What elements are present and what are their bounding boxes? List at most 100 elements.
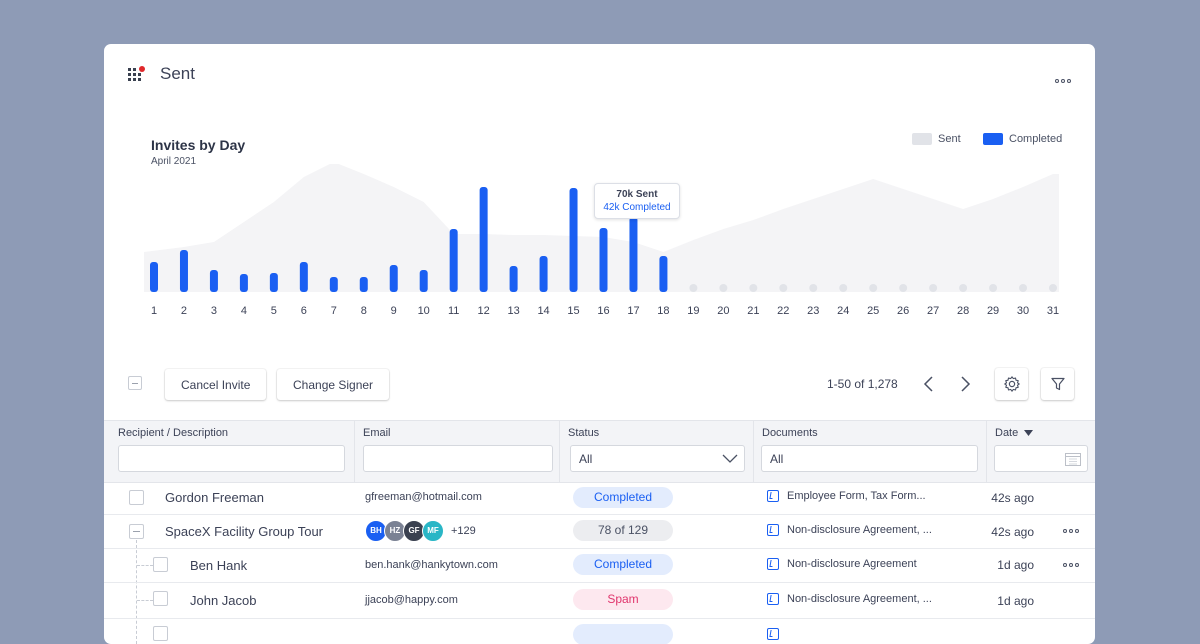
change-signer-button[interactable]: Change Signer: [277, 369, 390, 400]
email-filter-input[interactable]: [363, 445, 553, 472]
completed-bar[interactable]: [569, 188, 578, 292]
x-tick-label: 24: [837, 305, 849, 317]
completed-bar[interactable]: [389, 265, 398, 292]
status-badge: Spam: [573, 589, 673, 610]
avatar-group[interactable]: BH HZ GF MF +129: [365, 520, 476, 542]
table-row[interactable]: [104, 618, 1095, 644]
documents-filter-select[interactable]: All: [761, 445, 978, 472]
completed-bar[interactable]: [179, 250, 188, 292]
documents-text: Employee Form, Tax Form...: [787, 490, 926, 502]
x-tick-label: 14: [537, 305, 549, 317]
chevron-left-icon[interactable]: [921, 375, 937, 393]
column-documents: Documents All: [754, 421, 987, 482]
x-tick-label: 9: [391, 305, 397, 317]
more-recipients-count: +129: [451, 525, 476, 537]
completed-bar[interactable]: [659, 256, 668, 292]
completed-bar[interactable]: [539, 256, 548, 292]
completed-bar[interactable]: [239, 274, 248, 292]
completed-bar[interactable]: [419, 270, 428, 292]
group-checkbox[interactable]: [129, 524, 144, 539]
legend-completed-swatch: [983, 133, 1003, 145]
x-tick-label: 16: [597, 305, 609, 317]
x-tick-label: 23: [807, 305, 819, 317]
x-tick-label: 26: [897, 305, 909, 317]
select-all-checkbox[interactable]: [128, 376, 142, 390]
x-tick-label: 15: [567, 305, 579, 317]
recipient-filter-input[interactable]: [118, 445, 345, 472]
documents-cell[interactable]: [767, 628, 779, 640]
completed-bar[interactable]: [299, 262, 308, 292]
legend-sent-swatch: [912, 133, 932, 145]
sent-panel: Sent Invites by Day April 2021 Sent Comp…: [104, 44, 1095, 644]
table-row[interactable]: SpaceX Facility Group Tour BH HZ GF MF +…: [104, 514, 1095, 549]
row-checkbox[interactable]: [153, 557, 168, 572]
x-tick-label: 18: [657, 305, 669, 317]
column-documents-label: Documents: [762, 427, 818, 439]
column-date[interactable]: Date: [987, 421, 1095, 482]
empty-day-dot: [1049, 284, 1057, 292]
completed-bar[interactable]: [599, 228, 608, 292]
row-checkbox[interactable]: [129, 490, 144, 505]
x-tick-label: 2: [181, 305, 187, 317]
table-row[interactable]: John Jacob jjacob@happy.com Spam Non-dis…: [104, 582, 1095, 619]
x-tick-label: 21: [747, 305, 759, 317]
recipient-name: Ben Hank: [190, 558, 248, 573]
documents-cell[interactable]: Employee Form, Tax Form...: [767, 490, 926, 502]
more-options-icon[interactable]: [1055, 71, 1071, 86]
documents-cell[interactable]: Non-disclosure Agreement: [767, 558, 917, 570]
calendar-icon[interactable]: [1065, 452, 1081, 466]
document-icon: [767, 490, 779, 502]
table-row[interactable]: Gordon Freeman gfreeman@hotmail.com Comp…: [104, 481, 1095, 515]
completed-bar[interactable]: [509, 266, 518, 292]
chevron-right-icon[interactable]: [957, 375, 973, 393]
x-tick-label: 4: [241, 305, 247, 317]
completed-bar[interactable]: [479, 187, 488, 292]
chart-tooltip: 70k Sent 42k Completed: [594, 183, 680, 219]
filter-button[interactable]: [1041, 368, 1074, 400]
documents-text: Non-disclosure Agreement, ...: [787, 524, 932, 536]
legend-sent-label: Sent: [938, 133, 961, 145]
x-tick-label: 3: [211, 305, 217, 317]
completed-bar[interactable]: [269, 273, 278, 292]
date-filter-input[interactable]: [994, 445, 1088, 472]
documents-text: Non-disclosure Agreement, ...: [787, 593, 932, 605]
empty-day-dot: [869, 284, 878, 292]
empty-day-dot: [899, 284, 908, 292]
empty-day-dot: [839, 284, 848, 292]
column-email: Email: [355, 421, 560, 482]
tooltip-completed: 42k Completed: [603, 202, 671, 213]
cancel-invite-button[interactable]: Cancel Invite: [165, 369, 267, 400]
status-filter-select[interactable]: All: [570, 445, 745, 472]
completed-bar[interactable]: [359, 277, 368, 292]
row-more-icon[interactable]: [1063, 529, 1079, 533]
empty-day-dot: [929, 284, 938, 292]
x-tick-label: 25: [867, 305, 879, 317]
completed-bar[interactable]: [150, 262, 158, 292]
chart-title: Invites by Day: [151, 137, 246, 153]
date-cell: 42s ago: [991, 525, 1034, 539]
tooltip-sent: 70k Sent: [616, 189, 658, 200]
completed-bar[interactable]: [449, 229, 458, 292]
documents-cell[interactable]: Non-disclosure Agreement, ...: [767, 593, 932, 605]
documents-cell[interactable]: Non-disclosure Agreement, ...: [767, 524, 932, 536]
completed-bar[interactable]: [209, 270, 218, 292]
column-recipient-label: Recipient / Description: [118, 427, 229, 439]
documents-filter-value: All: [770, 452, 784, 466]
table-row[interactable]: Ben Hank ben.hank@hankytown.com Complete…: [104, 548, 1095, 583]
settings-button[interactable]: [995, 368, 1028, 400]
x-tick-label: 1: [151, 305, 157, 317]
app-grid-icon[interactable]: [128, 66, 145, 84]
x-tick-label: 8: [361, 305, 367, 317]
status-badge: Completed: [573, 554, 673, 575]
gear-icon: [1003, 376, 1020, 392]
row-checkbox[interactable]: [153, 591, 168, 606]
empty-day-dot: [779, 284, 788, 292]
recipient-email: jjacob@happy.com: [365, 594, 458, 606]
completed-bar[interactable]: [329, 277, 338, 292]
row-more-icon[interactable]: [1063, 563, 1079, 567]
x-tick-label: 30: [1017, 305, 1029, 317]
completed-bar[interactable]: [629, 217, 638, 292]
row-checkbox[interactable]: [153, 626, 168, 641]
recipient-name: Gordon Freeman: [165, 490, 264, 505]
column-status-label: Status: [568, 427, 600, 439]
